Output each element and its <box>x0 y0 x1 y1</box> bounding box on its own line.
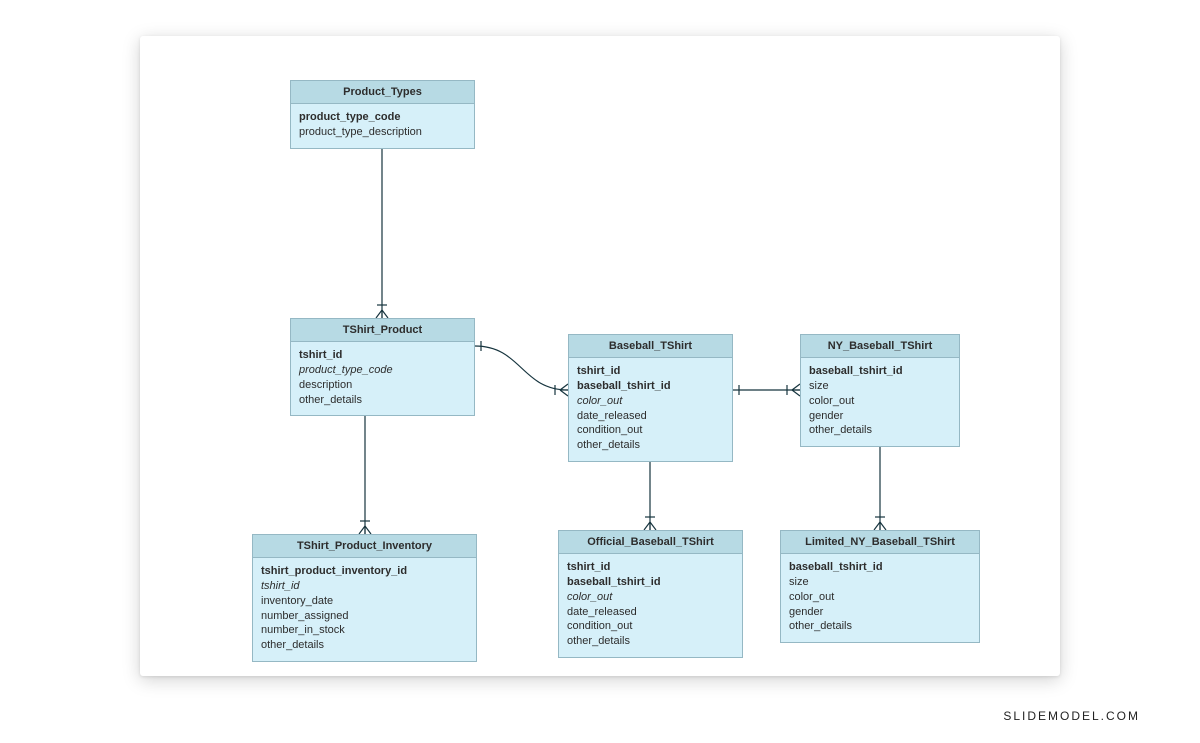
entity-attribute: tshirt_id <box>577 364 724 379</box>
entity-attribute: color_out <box>577 394 724 409</box>
entity-attribute: other_details <box>577 438 724 453</box>
entity-attribute: baseball_tshirt_id <box>809 364 951 379</box>
entity-attribute: other_details <box>789 619 971 634</box>
entity-title: Baseball_TShirt <box>569 335 732 358</box>
entity-title: Product_Types <box>291 81 474 104</box>
entity-official_baseball_tshirt: Official_Baseball_TShirttshirt_idbasebal… <box>558 530 743 658</box>
diagram-card: Product_Typesproduct_type_codeproduct_ty… <box>140 36 1060 676</box>
entity-attributes: tshirt_idproduct_type_codedescriptionoth… <box>291 342 474 415</box>
entity-product_types: Product_Typesproduct_type_codeproduct_ty… <box>290 80 475 149</box>
entity-attribute: baseball_tshirt_id <box>789 560 971 575</box>
watermark: SLIDEMODEL.COM <box>1003 709 1140 723</box>
entity-title: TShirt_Product <box>291 319 474 342</box>
entity-attributes: baseball_tshirt_idsizecolor_outgenderoth… <box>781 554 979 642</box>
entity-tshirt_product: TShirt_Producttshirt_idproduct_type_code… <box>290 318 475 416</box>
entity-attribute: condition_out <box>567 619 734 634</box>
entity-attribute: gender <box>789 605 971 620</box>
entity-attribute: date_released <box>567 605 734 620</box>
entity-attribute: other_details <box>567 634 734 649</box>
entity-ny_baseball_tshirt: NY_Baseball_TShirtbaseball_tshirt_idsize… <box>800 334 960 447</box>
entity-tshirt_product_inventory: TShirt_Product_Inventorytshirt_product_i… <box>252 534 477 662</box>
entity-attribute: tshirt_id <box>299 348 466 363</box>
entity-attribute: baseball_tshirt_id <box>577 379 724 394</box>
entity-attribute: number_in_stock <box>261 623 468 638</box>
entity-attribute: color_out <box>789 590 971 605</box>
entity-title: NY_Baseball_TShirt <box>801 335 959 358</box>
entity-attribute: tshirt_id <box>261 579 468 594</box>
entity-attribute: number_assigned <box>261 609 468 624</box>
entity-attribute: inventory_date <box>261 594 468 609</box>
entity-attribute: date_released <box>577 409 724 424</box>
entity-attribute: product_type_code <box>299 110 466 125</box>
entity-attributes: tshirt_idbaseball_tshirt_idcolor_outdate… <box>559 554 742 657</box>
entity-attribute: tshirt_id <box>567 560 734 575</box>
entity-attribute: product_type_code <box>299 363 466 378</box>
entity-attribute: other_details <box>809 423 951 438</box>
entity-attribute: tshirt_product_inventory_id <box>261 564 468 579</box>
entity-attributes: baseball_tshirt_idsizecolor_outgenderoth… <box>801 358 959 446</box>
entity-attribute: product_type_description <box>299 125 466 140</box>
entity-attribute: size <box>809 379 951 394</box>
entity-limited_ny_baseball_tshirt: Limited_NY_Baseball_TShirtbaseball_tshir… <box>780 530 980 643</box>
entity-attribute: condition_out <box>577 423 724 438</box>
entity-title: Limited_NY_Baseball_TShirt <box>781 531 979 554</box>
diagram-canvas: Product_Typesproduct_type_codeproduct_ty… <box>140 36 1060 676</box>
entity-attribute: baseball_tshirt_id <box>567 575 734 590</box>
entity-baseball_tshirt: Baseball_TShirttshirt_idbaseball_tshirt_… <box>568 334 733 462</box>
entity-title: Official_Baseball_TShirt <box>559 531 742 554</box>
entity-attribute: description <box>299 378 466 393</box>
entity-attributes: product_type_codeproduct_type_descriptio… <box>291 104 474 148</box>
entity-attribute: size <box>789 575 971 590</box>
entity-attribute: color_out <box>567 590 734 605</box>
entity-attribute: other_details <box>261 638 468 653</box>
entity-attribute: other_details <box>299 393 466 408</box>
entity-attributes: tshirt_idbaseball_tshirt_idcolor_outdate… <box>569 358 732 461</box>
entity-title: TShirt_Product_Inventory <box>253 535 476 558</box>
entity-attribute: gender <box>809 409 951 424</box>
entity-attribute: color_out <box>809 394 951 409</box>
entity-attributes: tshirt_product_inventory_idtshirt_idinve… <box>253 558 476 661</box>
